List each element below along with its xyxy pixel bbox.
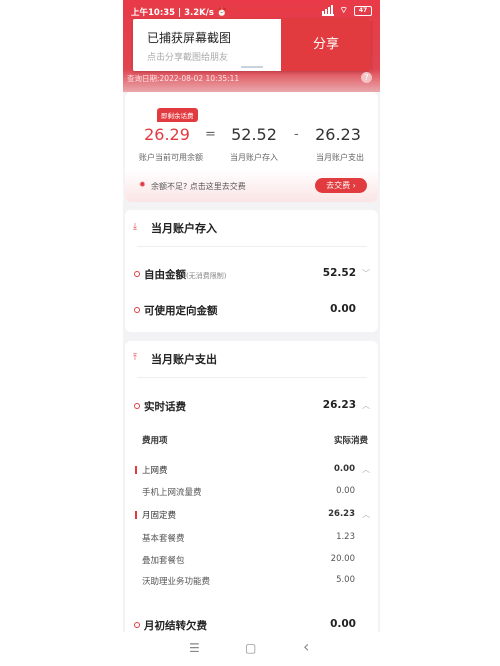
item-name: 沃助理业务功能费 [142,577,211,587]
item-name: 基本套餐费 [142,534,185,544]
item-value: 0.00 [336,486,355,496]
signal-icon [321,5,334,16]
monthly-expense-card: ⤒ 当月账户支出 实时话费 26.23 ︿ 费用项 实际消费 上网费 0.00 … [125,341,378,641]
row-value: 0.00 [330,618,356,630]
deposit-section-title: 当月账户存入 [151,222,217,235]
group-value: 26.23 [328,509,355,519]
chevron-up-icon[interactable]: ︿ [362,400,370,411]
expense-value: 26.23 [315,125,361,144]
realtime-fee-row[interactable]: 实时话费 26.23 ︿ [125,399,378,415]
screenshot-subtitle: 点击分享截图给朋友 [147,53,229,63]
preview-handle [241,66,263,68]
fee-item: 沃助理业务功能费 5.00 [125,575,378,587]
group-marker [135,511,137,519]
row-value: 0.00 [330,303,356,315]
header-actual: 实际消费 [333,436,368,446]
group-name: 月固定费 [142,511,177,521]
deposit-value: 52.52 [231,125,277,144]
help-icon[interactable]: ? [361,72,372,83]
item-name: 手机上网流量费 [142,488,202,498]
chevron-up-icon[interactable]: ︿ [362,464,370,475]
low-balance-hint[interactable]: 余额不足? 点击这里去交费 [151,181,246,192]
chevron-up-icon[interactable]: ︿ [362,509,370,520]
row-label: 可使用定向金额 [144,305,218,317]
row-label: 实时话费 [144,401,186,413]
balance-summary-card: 即剩余话费 26.29 = 52.52 - 26.23 账户当前可用余额 当月账… [125,92,378,202]
phone-screen: 上午10:35 | 3.2K/s ⏰ ⌔ 47 已捕获屏幕截图 点击分享截图给朋… [123,0,380,666]
item-value: 5.00 [336,575,355,585]
row-label: 自由金额(无消费限制) [144,269,227,281]
navigation-bar: ☰ ▢ ‹ [123,632,380,666]
group-value: 0.00 [334,464,355,474]
bullet-icon [134,271,140,277]
item-name: 叠加套餐包 [142,556,185,566]
fee-item: 叠加套餐包 20.00 [125,554,378,566]
pay-fee-button[interactable]: 去交费 › [315,178,367,193]
balance-value: 26.29 [144,125,190,144]
equals-sign: = [205,127,216,142]
bullet-icon [134,307,140,313]
share-button[interactable]: 分享 [281,19,371,71]
download-icon: ⤓ [133,222,137,232]
fee-group-fixed[interactable]: 月固定费 26.23 ︿ [125,509,378,521]
minus-sign: - [294,127,299,142]
balance-label: 账户当前可用余额 [139,153,203,162]
wifi-icon: ⌔ [339,6,348,16]
deposit-row-free-amount[interactable]: 自由金额(无消费限制) 52.52 ﹀ [125,267,378,283]
group-name: 上网费 [142,466,168,476]
row-value: 26.23 [322,399,356,411]
fee-table-header: 费用项 实际消费 [125,434,378,446]
chevron-down-icon[interactable]: ﹀ [362,268,370,279]
deposit-row-directed-amount: 可使用定向金额 0.00 [125,303,378,319]
battery-icon: 47 [354,5,372,16]
bullet-icon [134,622,140,628]
screenshot-toast[interactable]: 已捕获屏幕截图 点击分享截图给朋友 分享 [133,19,371,71]
home-icon[interactable]: ▢ [245,641,256,655]
fee-group-internet[interactable]: 上网费 0.00 ︿ [125,464,378,476]
group-marker [135,466,137,474]
divider [137,246,367,247]
status-time: 上午10:35 | 3.2K/s ⏰ [131,8,228,18]
screenshot-title: 已捕获屏幕截图 [147,31,232,45]
item-value: 1.23 [336,532,355,542]
upload-icon: ⤒ [133,353,137,363]
lightbulb-icon: ✹ [139,180,146,189]
bullet-icon [134,403,140,409]
query-date: 查询日期:2022-08-02 10:35:11 [127,74,240,83]
row-value: 52.52 [322,267,356,279]
row-label: 月初结转欠费 [144,620,207,632]
fee-item: 手机上网流量费 0.00 [125,486,378,498]
header-item: 费用项 [142,436,168,446]
menu-icon[interactable]: ☰ [189,641,200,655]
divider [137,377,367,378]
item-value: 20.00 [330,554,355,564]
fee-item: 基本套餐费 1.23 [125,532,378,544]
expense-section-title: 当月账户支出 [151,353,217,366]
back-icon[interactable]: ‹ [303,637,309,656]
remaining-balance-tag: 即剩余话费 [157,108,198,122]
monthly-deposit-card: ⤓ 当月账户存入 自由金额(无消费限制) 52.52 ﹀ 可使用定向金额 0.0… [125,210,378,332]
screenshot-preview[interactable]: 已捕获屏幕截图 点击分享截图给朋友 [133,19,281,71]
expense-label: 当月账户支出 [316,153,364,162]
deposit-label: 当月账户存入 [230,153,278,162]
